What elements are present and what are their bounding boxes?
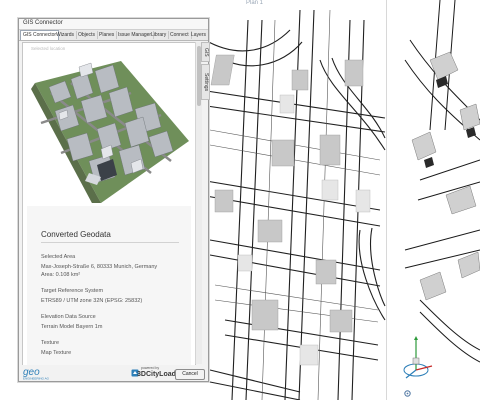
preview-hint: Selected location (31, 46, 66, 51)
side-tab-settings[interactable]: Settings (201, 64, 210, 100)
content-panel: Selected location Converted Geodata Sele… (22, 42, 196, 366)
svg-text:ENGINEERING AG: ENGINEERING AG (23, 377, 50, 381)
cancel-button[interactable]: Cancel (175, 369, 205, 380)
elevation-source-label: Elevation Data Source (41, 314, 96, 320)
gis-connector-window: GIS Connector GIS Connector Wizards Obje… (18, 18, 210, 382)
tab-wizards[interactable]: Wizards (54, 31, 78, 39)
converted-geodata-panel: Converted Geodata Selected Area Max-Jose… (27, 206, 191, 365)
geo-engineering-logo: geo ENGINEERING AG (23, 367, 50, 381)
tab-planes[interactable]: Planes (97, 31, 118, 39)
side-tab-gis[interactable]: GIS (201, 42, 210, 62)
selected-area-address: Max-Joseph-Straße 6, 80333 Munich, Germa… (41, 264, 158, 270)
window-titlebar[interactable]: GIS Connector (19, 19, 208, 30)
window-footer: geo ENGINEERING AG powered by 3DCityLoad… (19, 365, 208, 381)
plan-label: Plan 1 (246, 0, 264, 6)
selected-area-size: Area: 0.108 km² (41, 272, 81, 278)
tab-bar: GIS Connector Wizards Objects Planes Iss… (19, 30, 208, 41)
city-3d-preview-image (31, 53, 189, 203)
tab-objects[interactable]: Objects (76, 31, 98, 39)
selected-area-label: Selected Area (41, 254, 76, 260)
target-reference-value: ETRS89 / UTM zone 32N (EPSG: 25832) (41, 298, 143, 304)
window-title: GIS Connector (23, 20, 63, 26)
powered-by-text: powered by (141, 366, 160, 370)
heading-divider (41, 242, 179, 243)
side-tab-strip: GIS Settings (201, 42, 210, 132)
gear-icon[interactable] (403, 389, 412, 398)
navigation-cube-icon[interactable] (400, 328, 436, 382)
tab-layers[interactable]: Layers (189, 31, 208, 39)
texture-label: Texture (41, 340, 60, 346)
tab-library[interactable]: Library (149, 31, 170, 39)
panel-heading: Converted Geodata (41, 230, 111, 239)
elevation-source-value: Terrain Model Bayern 1m (41, 324, 103, 330)
texture-value: Map Texture (41, 350, 72, 356)
target-reference-label: Target Reference System (41, 288, 104, 294)
viewport-splitter[interactable] (386, 0, 387, 400)
